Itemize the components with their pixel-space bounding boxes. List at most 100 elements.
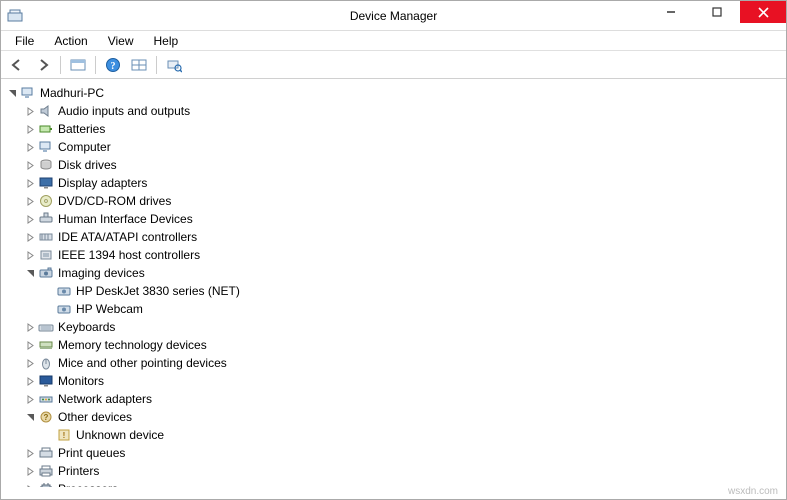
dvd-icon — [38, 193, 54, 209]
expand-arrow-icon[interactable] — [24, 141, 36, 153]
toolbar-separator — [156, 56, 157, 74]
help-button[interactable]: ? — [101, 54, 125, 76]
tree-root-node[interactable]: Madhuri-PC — [6, 84, 785, 102]
tree-item-human-interface-devices[interactable]: Human Interface Devices — [24, 210, 785, 228]
tree-item-keyboards[interactable]: Keyboards — [24, 318, 785, 336]
display-icon — [38, 175, 54, 191]
tree-item-memory-technology-devices[interactable]: Memory technology devices — [24, 336, 785, 354]
expand-arrow-icon[interactable] — [24, 393, 36, 405]
expand-arrow-icon[interactable] — [24, 123, 36, 135]
tree-item-label: HP DeskJet 3830 series (NET) — [76, 282, 240, 300]
expand-arrow-icon[interactable] — [24, 195, 36, 207]
app-icon — [7, 8, 23, 24]
tree-item-label: Printers — [58, 462, 99, 480]
expand-arrow-icon[interactable] — [24, 105, 36, 117]
tree-item-hp-deskjet-3830-series-net[interactable]: HP DeskJet 3830 series (NET) — [42, 282, 785, 300]
close-button[interactable] — [740, 1, 786, 23]
menu-action[interactable]: Action — [44, 32, 97, 50]
tree-item-label: Human Interface Devices — [58, 210, 193, 228]
tree-pane[interactable]: Madhuri-PCAudio inputs and outputsBatter… — [2, 80, 785, 487]
tree-item-audio-inputs-and-outputs[interactable]: Audio inputs and outputs — [24, 102, 785, 120]
imaging-icon — [38, 265, 54, 281]
ieee-icon — [38, 247, 54, 263]
menu-view[interactable]: View — [98, 32, 144, 50]
tree-item-label: DVD/CD-ROM drives — [58, 192, 171, 210]
expand-arrow-icon[interactable] — [24, 447, 36, 459]
tree-item-label: Mice and other pointing devices — [58, 354, 227, 372]
disk-icon — [38, 157, 54, 173]
tree-item-label: Other devices — [58, 408, 132, 426]
tree-item-label: Memory technology devices — [58, 336, 207, 354]
tree-item-label: Processors — [58, 480, 118, 487]
tree-item-ieee-1394-host-controllers[interactable]: IEEE 1394 host controllers — [24, 246, 785, 264]
other-icon: ? — [38, 409, 54, 425]
expand-arrow-icon[interactable] — [24, 339, 36, 351]
tree-item-unknown-device[interactable]: ! Unknown device — [42, 426, 785, 444]
collapse-arrow-icon[interactable] — [6, 87, 18, 99]
tree-item-display-adapters[interactable]: Display adapters — [24, 174, 785, 192]
expand-arrow-icon[interactable] — [24, 159, 36, 171]
tree-item-label: Computer — [58, 138, 111, 156]
expand-arrow-icon[interactable] — [24, 375, 36, 387]
window-controls — [648, 1, 786, 23]
tree-item-label: Unknown device — [76, 426, 164, 444]
tree-item-label: Monitors — [58, 372, 104, 390]
properties-button[interactable] — [127, 54, 151, 76]
tree-item-dvd-cd-rom-drives[interactable]: DVD/CD-ROM drives — [24, 192, 785, 210]
expand-arrow-icon[interactable] — [24, 483, 36, 487]
memory-icon — [38, 337, 54, 353]
minimize-button[interactable] — [648, 1, 694, 23]
svg-text:!: ! — [63, 431, 66, 440]
scan-button[interactable] — [162, 54, 186, 76]
expand-arrow-icon[interactable] — [24, 465, 36, 477]
tree-item-label: Keyboards — [58, 318, 115, 336]
expand-arrow-icon[interactable] — [24, 177, 36, 189]
tree-item-label: Display adapters — [58, 174, 147, 192]
tree-item-label: IDE ATA/ATAPI controllers — [58, 228, 197, 246]
tree-item-processors[interactable]: Processors — [24, 480, 785, 487]
network-icon — [38, 391, 54, 407]
expand-arrow-icon[interactable] — [24, 231, 36, 243]
tree-item-batteries[interactable]: Batteries — [24, 120, 785, 138]
collapse-arrow-icon[interactable] — [24, 411, 36, 423]
toolbar-separator — [95, 56, 96, 74]
forward-button[interactable] — [31, 54, 55, 76]
tree-item-other-devices[interactable]: ?Other devices — [24, 408, 785, 426]
maximize-button[interactable] — [694, 1, 740, 23]
pc-icon — [20, 85, 36, 101]
tree-item-label: Print queues — [58, 444, 125, 462]
tree-item-mice-and-other-pointing-devices[interactable]: Mice and other pointing devices — [24, 354, 785, 372]
watermark: wsxdn.com — [728, 486, 778, 497]
tree-item-label: Disk drives — [58, 156, 117, 174]
processor-icon — [38, 481, 54, 487]
tree-item-print-queues[interactable]: Print queues — [24, 444, 785, 462]
tree-item-computer[interactable]: Computer — [24, 138, 785, 156]
monitor-icon — [38, 373, 54, 389]
audio-icon — [38, 103, 54, 119]
tree-item-hp-webcam[interactable]: HP Webcam — [42, 300, 785, 318]
tree-item-printers[interactable]: Printers — [24, 462, 785, 480]
tree-item-label: Imaging devices — [58, 264, 145, 282]
tree-item-imaging-devices[interactable]: Imaging devices — [24, 264, 785, 282]
unknown-icon: ! — [56, 427, 72, 443]
tree-item-network-adapters[interactable]: Network adapters — [24, 390, 785, 408]
expand-arrow-icon[interactable] — [24, 213, 36, 225]
expand-arrow-icon[interactable] — [24, 321, 36, 333]
show-hidden-button[interactable] — [66, 54, 90, 76]
back-button[interactable] — [5, 54, 29, 76]
tree-item-label: HP Webcam — [76, 300, 143, 318]
menu-file[interactable]: File — [5, 32, 44, 50]
tree-item-label: Network adapters — [58, 390, 152, 408]
tree-item-label: Batteries — [58, 120, 105, 138]
tree-item-disk-drives[interactable]: Disk drives — [24, 156, 785, 174]
expand-arrow-icon[interactable] — [24, 357, 36, 369]
tree-item-label: IEEE 1394 host controllers — [58, 246, 200, 264]
tree-item-ide-ata-atapi-controllers[interactable]: IDE ATA/ATAPI controllers — [24, 228, 785, 246]
tree-item-monitors[interactable]: Monitors — [24, 372, 785, 390]
svg-text:?: ? — [111, 61, 116, 72]
menu-help[interactable]: Help — [144, 32, 189, 50]
tree-item-label: Audio inputs and outputs — [58, 102, 190, 120]
ide-icon — [38, 229, 54, 245]
expand-arrow-icon[interactable] — [24, 249, 36, 261]
collapse-arrow-icon[interactable] — [24, 267, 36, 279]
